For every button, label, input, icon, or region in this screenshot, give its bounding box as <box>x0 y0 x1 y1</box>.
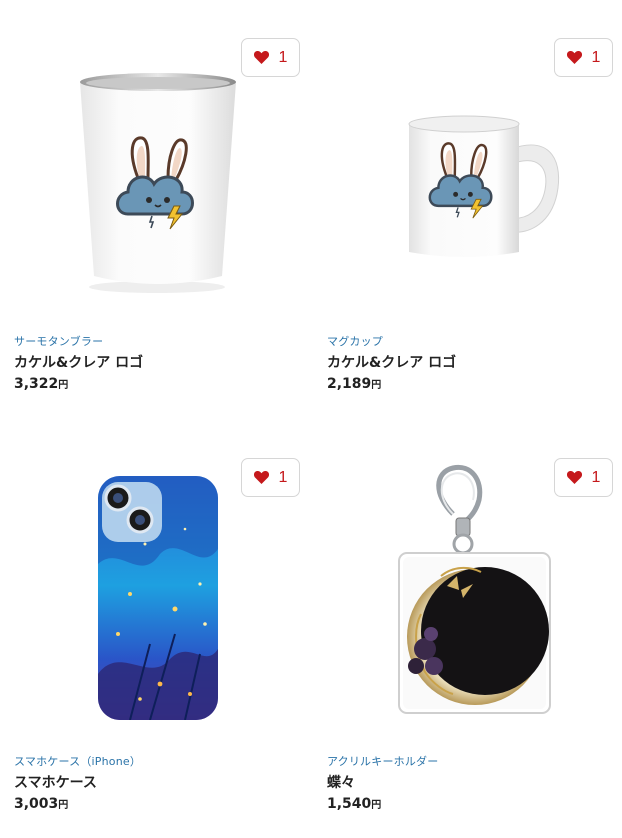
product-price: 3,003円 <box>14 796 68 812</box>
price-currency: 円 <box>371 380 382 391</box>
product-category-link[interactable]: マグカップ <box>327 333 383 349</box>
product-title[interactable]: 蝶々 <box>327 772 355 792</box>
heart-icon <box>253 470 269 484</box>
product-card[interactable]: 1 サーモタンブラー カケル&クレア ロゴ 3,322円 <box>0 24 300 434</box>
product-category-link[interactable]: スマホケース（iPhone） <box>14 753 141 769</box>
like-button[interactable]: 1 <box>241 458 300 497</box>
heart-icon <box>566 470 582 484</box>
product-title[interactable]: スマホケース <box>14 772 97 792</box>
price-currency: 円 <box>371 800 382 811</box>
product-card[interactable]: 1 スマホケース（iPhone） スマホケース 3,003円 <box>0 444 300 838</box>
like-count: 1 <box>278 468 288 486</box>
product-card[interactable]: 1 マグカップ カケル&クレア ロゴ 2,189円 <box>313 24 613 434</box>
like-count: 1 <box>591 48 601 66</box>
like-button[interactable]: 1 <box>554 38 613 77</box>
product-title[interactable]: カケル&クレア ロゴ <box>14 352 143 372</box>
heart-icon <box>253 50 269 64</box>
product-card[interactable]: 1 アクリルキーホルダー 蝶々 1,540円 <box>313 444 613 838</box>
product-price: 1,540円 <box>327 796 381 812</box>
price-currency: 円 <box>58 380 69 391</box>
like-button[interactable]: 1 <box>554 458 613 497</box>
heart-icon <box>566 50 582 64</box>
price-amount: 3,322 <box>14 376 59 392</box>
product-title[interactable]: カケル&クレア ロゴ <box>327 352 456 372</box>
like-count: 1 <box>278 48 288 66</box>
like-button[interactable]: 1 <box>241 38 300 77</box>
price-amount: 1,540 <box>327 796 372 812</box>
product-price: 2,189円 <box>327 376 381 392</box>
product-category-link[interactable]: サーモタンブラー <box>14 333 103 349</box>
product-price: 3,322円 <box>14 376 68 392</box>
price-amount: 2,189 <box>327 376 372 392</box>
like-count: 1 <box>591 468 601 486</box>
product-category-link[interactable]: アクリルキーホルダー <box>327 753 438 769</box>
price-currency: 円 <box>58 800 69 811</box>
price-amount: 3,003 <box>14 796 59 812</box>
